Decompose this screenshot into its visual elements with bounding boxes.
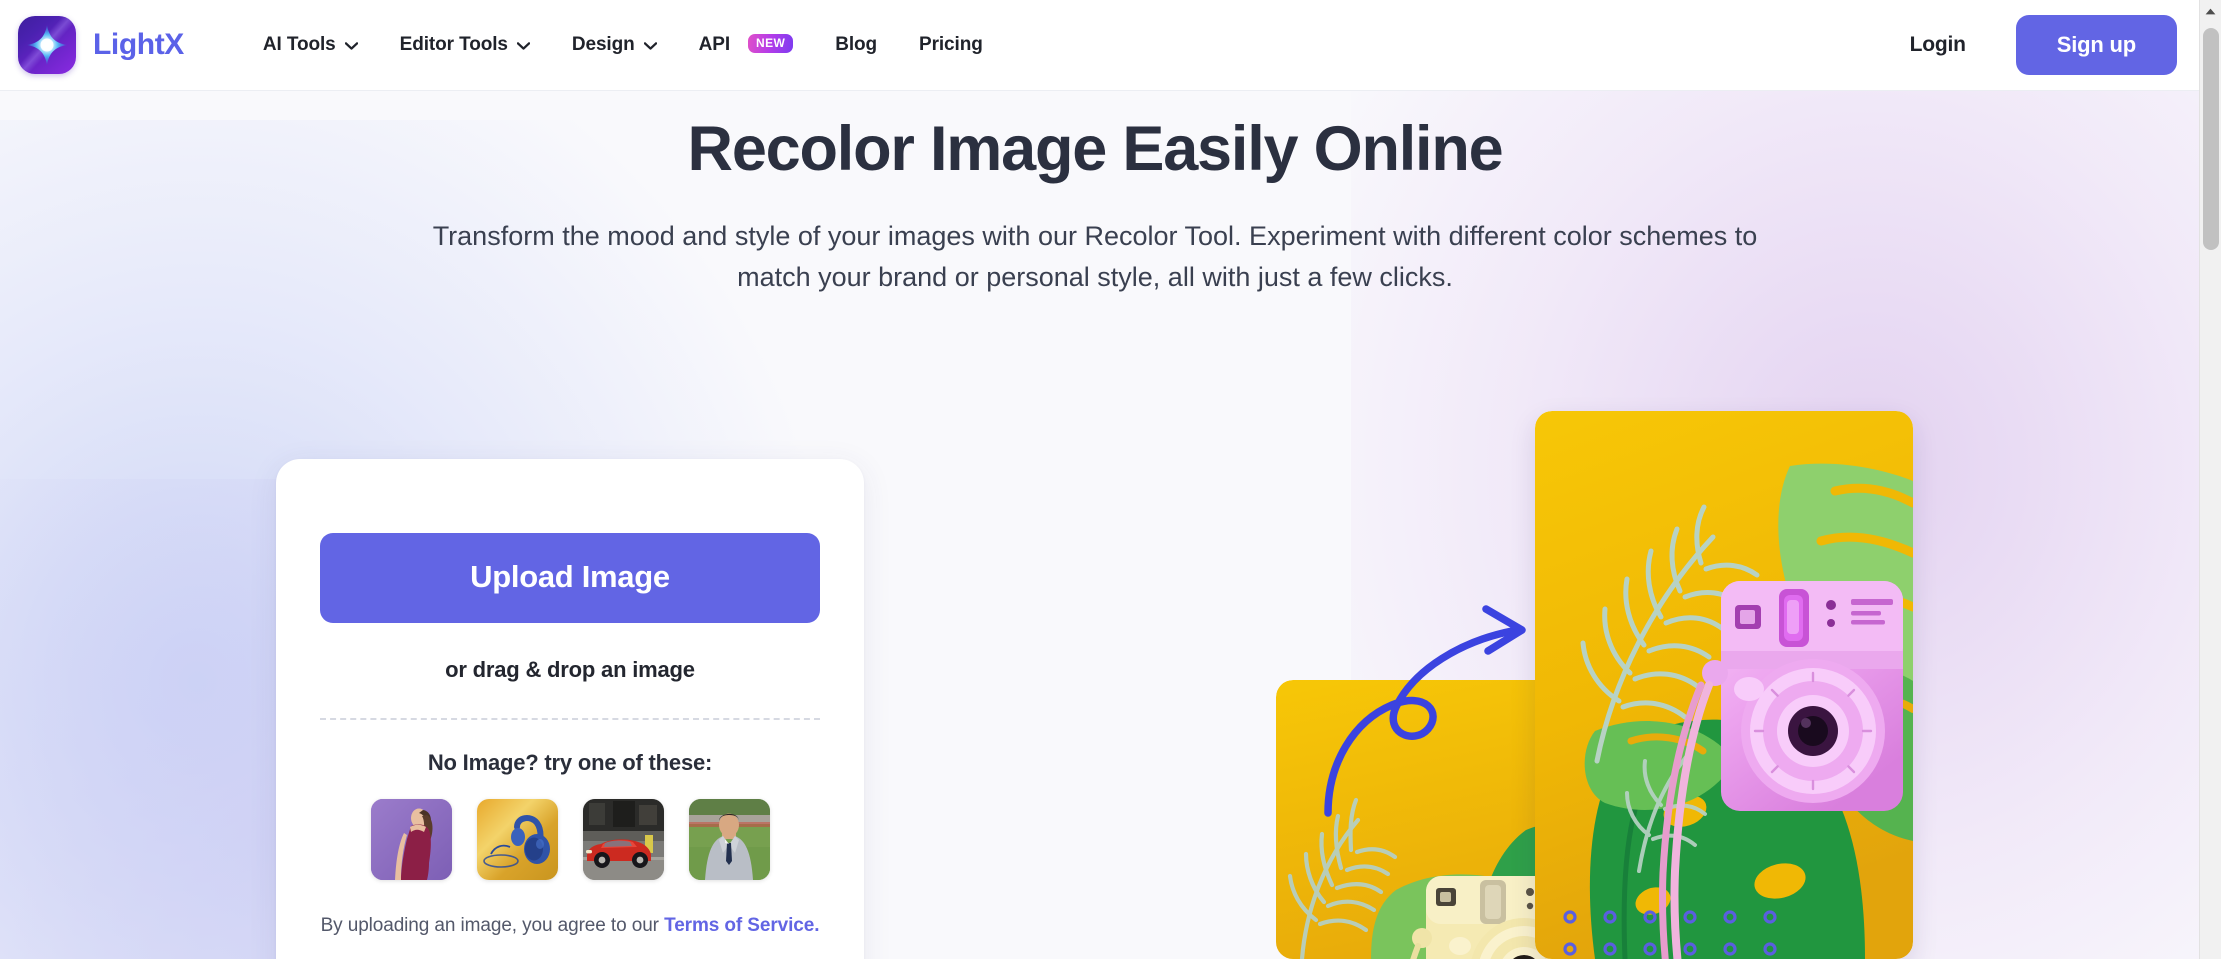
decorative-dot-grid: [1562, 901, 1782, 959]
nav-item-api[interactable]: API NEW: [678, 24, 815, 66]
nav-item-blog[interactable]: Blog: [814, 24, 898, 66]
upload-image-button[interactable]: Upload Image: [320, 533, 820, 623]
brand-logo-link[interactable]: LightX: [18, 16, 184, 74]
new-badge: NEW: [748, 33, 794, 53]
brand-name-text: LightX: [93, 28, 184, 61]
sample-thumb-woman-purple[interactable]: [370, 799, 452, 880]
scroll-up-arrow-icon[interactable]: [2200, 0, 2221, 22]
page-scrollbar[interactable]: [2199, 0, 2221, 959]
terms-note: By uploading an image, you agree to our …: [320, 912, 820, 941]
page-title: Recolor Image Easily Online: [687, 114, 1504, 184]
nav-label-api: API: [698, 34, 730, 55]
page-subtitle: Transform the mood and style of your ima…: [432, 221, 1758, 293]
upload-card: Upload Image or drag & drop an image No …: [276, 459, 864, 959]
scrollbar-thumb[interactable]: [2203, 28, 2219, 250]
chevron-down-icon: [344, 42, 358, 50]
primary-navigation: AI Tools Editor Tools Design API NEW Blo…: [242, 24, 1004, 66]
nav-item-ai-tools[interactable]: AI Tools: [242, 24, 379, 66]
hero-illustration: [1230, 395, 2190, 959]
sample-thumb-red-car[interactable]: [582, 799, 664, 880]
nav-item-design[interactable]: Design: [551, 24, 678, 66]
lightx-spark-logo-icon: [18, 16, 76, 74]
sample-thumbnails-row: [320, 799, 820, 880]
nav-label-pricing: Pricing: [919, 34, 983, 55]
signup-button[interactable]: Sign up: [2015, 15, 2177, 75]
samples-label: No Image? try one of these:: [427, 750, 713, 775]
header-actions: Login Sign up: [1884, 15, 2221, 75]
chevron-down-icon: [516, 42, 530, 50]
site-header: LightX AI Tools Editor Tools Design API …: [0, 0, 2221, 91]
terms-prefix-text: By uploading an image, you agree to our: [320, 915, 665, 936]
nav-item-editor-tools[interactable]: Editor Tools: [379, 24, 551, 66]
hero-recolored-image: [1535, 411, 1913, 959]
chevron-down-icon: [643, 42, 657, 50]
nav-label-design: Design: [571, 34, 635, 55]
sample-thumb-blue-headphones[interactable]: [476, 799, 558, 880]
nav-label-ai-tools: AI Tools: [262, 34, 336, 55]
terms-of-service-link[interactable]: Terms of Service.: [664, 915, 819, 936]
sample-thumb-man-suit[interactable]: [688, 799, 770, 880]
nav-label-editor-tools: Editor Tools: [399, 34, 508, 55]
page-root: LightX AI Tools Editor Tools Design API …: [0, 0, 2221, 959]
nav-label-blog: Blog: [835, 34, 878, 55]
nav-item-pricing[interactable]: Pricing: [898, 24, 1004, 66]
login-link[interactable]: Login: [1884, 23, 1992, 67]
card-divider: [320, 718, 820, 720]
drag-drop-hint: or drag & drop an image: [445, 657, 695, 682]
